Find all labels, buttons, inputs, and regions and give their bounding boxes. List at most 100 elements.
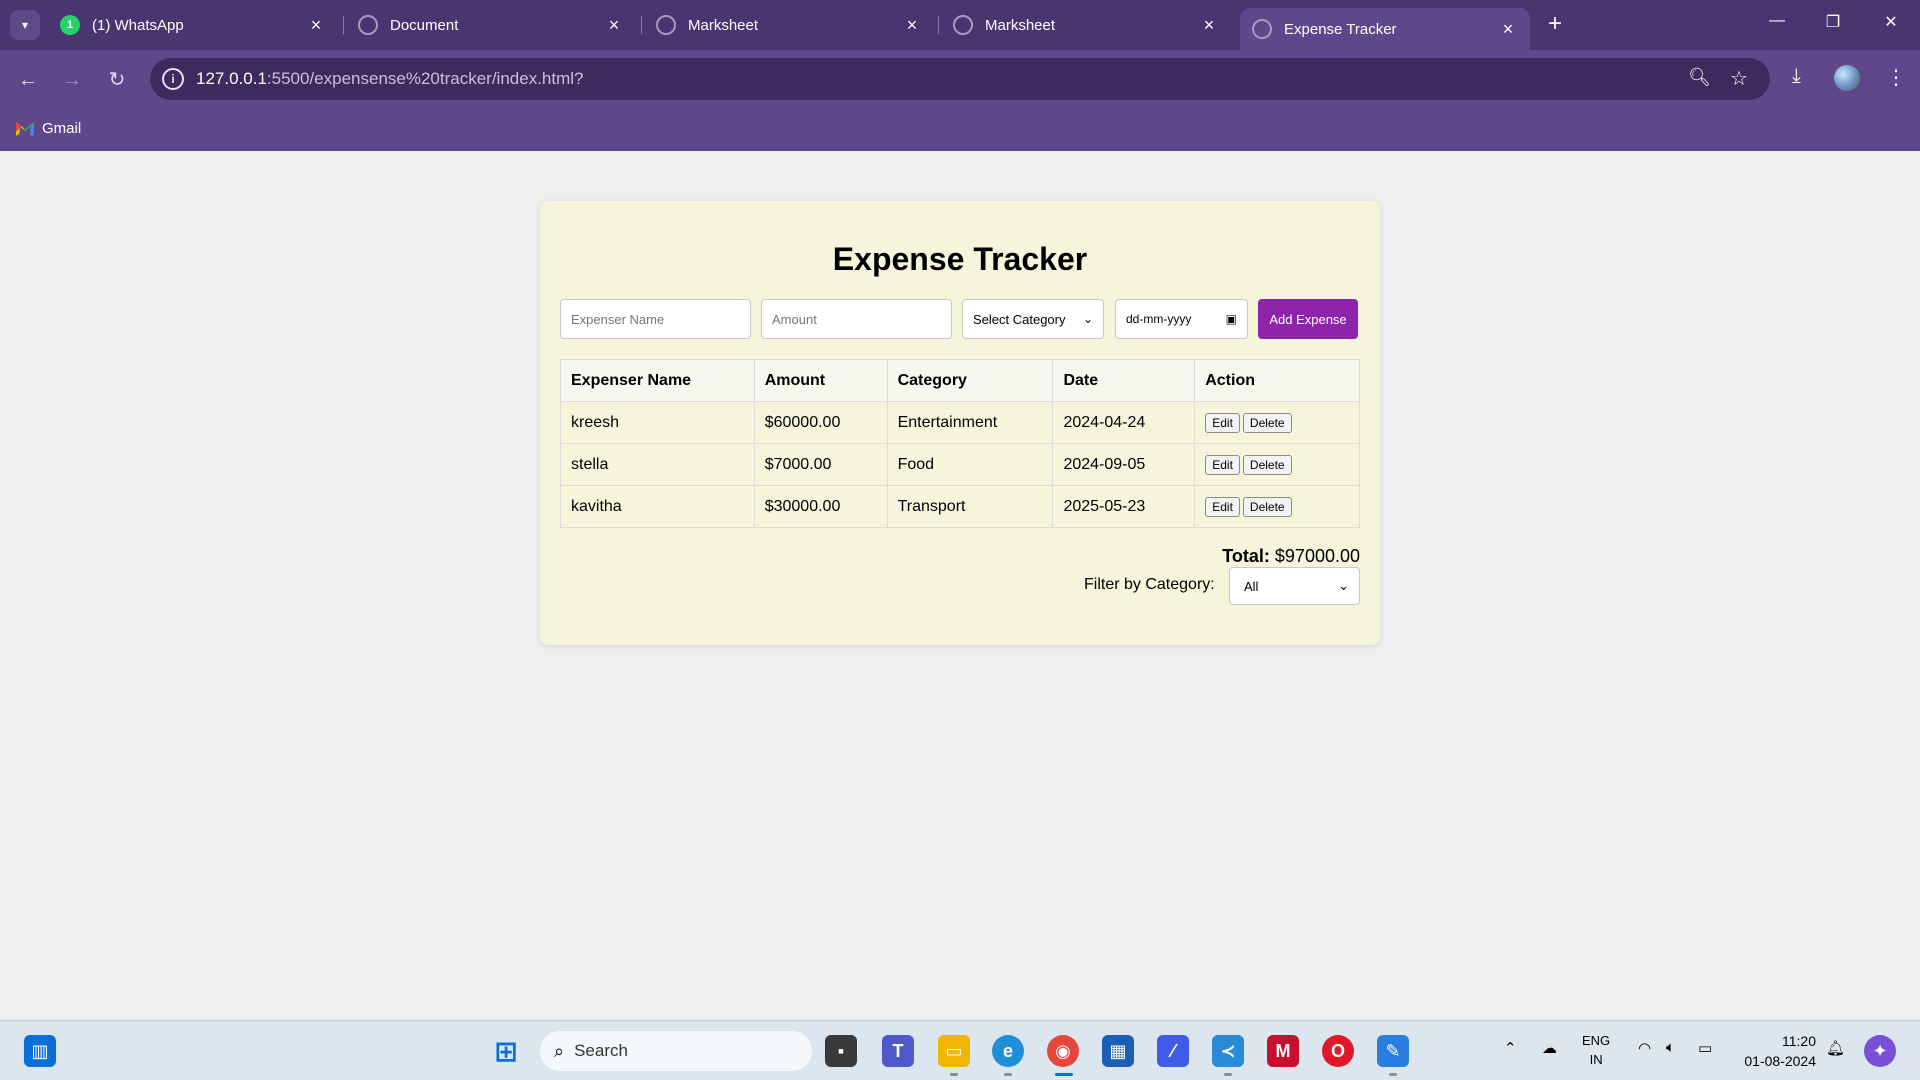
header-expenser-name: Expenser Name: [560, 359, 755, 402]
expenser-name-input[interactable]: Expenser Name: [560, 299, 751, 339]
total-display: Total: $97000.00: [1222, 546, 1360, 567]
zoom-icon[interactable]: 🔍︎: [1688, 67, 1711, 88]
battery-icon[interactable]: ▭: [1698, 1039, 1712, 1057]
system-clock[interactable]: 11:20 01-08-2024: [1732, 1031, 1816, 1071]
close-icon[interactable]: ×: [604, 15, 624, 36]
profile-avatar[interactable]: [1834, 65, 1860, 91]
close-icon[interactable]: ×: [1199, 15, 1219, 36]
cell-amount: $30000.00: [753, 485, 888, 528]
menu-kebab-icon[interactable]: ⋮: [1886, 65, 1906, 90]
download-icon[interactable]: ⤓: [1792, 65, 1801, 88]
task-view-icon[interactable]: ▪: [825, 1035, 857, 1067]
close-icon[interactable]: ×: [1498, 19, 1518, 40]
tab-title: Marksheet: [688, 16, 759, 34]
cell-amount: $7000.00: [753, 443, 888, 486]
bookmark-gmail[interactable]: Gmail: [16, 120, 81, 137]
bookmark-star-icon[interactable]: ☆: [1730, 66, 1748, 91]
tab-marksheet-2[interactable]: Marksheet ×: [941, 8, 1231, 42]
mcafee-icon[interactable]: M: [1267, 1035, 1299, 1067]
whatsapp-icon: 1: [60, 15, 80, 35]
new-tab-button[interactable]: +: [1540, 12, 1570, 38]
edit-button[interactable]: Edit: [1205, 496, 1240, 517]
vscode-icon[interactable]: ≺: [1212, 1035, 1244, 1067]
globe-icon: [953, 15, 973, 35]
region-code: IN: [1589, 1052, 1603, 1067]
total-label: Total:: [1222, 546, 1270, 566]
widgets-icon[interactable]: ▥: [24, 1035, 56, 1067]
select-value: All: [1244, 578, 1259, 594]
copilot-icon[interactable]: ✦: [1864, 1035, 1896, 1067]
select-value: Select Category: [973, 311, 1066, 327]
category-select[interactable]: Select Category ⌄: [962, 299, 1104, 339]
amount-input[interactable]: Amount: [761, 299, 952, 339]
table-header-row: Expenser Name Amount Category Date Actio…: [560, 359, 1360, 402]
running-indicator: [950, 1073, 958, 1076]
tab-expense-tracker[interactable]: Expense Tracker ×: [1240, 8, 1530, 50]
notification-bell-icon[interactable]: 🔔︎: [1826, 1039, 1845, 1057]
address-bar[interactable]: i 127.0.0.1:5500/expensense%20tracker/in…: [150, 58, 1770, 100]
search-placeholder: Search: [574, 1041, 628, 1060]
close-icon[interactable]: ×: [306, 15, 326, 36]
close-icon[interactable]: ×: [902, 15, 922, 36]
clock-time: 11:20: [1782, 1033, 1816, 1049]
file-explorer-icon[interactable]: ▭: [938, 1035, 970, 1067]
opera-icon[interactable]: O: [1322, 1035, 1354, 1067]
table-row: kavitha $30000.00 Transport 2025-05-23 E…: [560, 485, 1360, 528]
back-icon[interactable]: ←: [14, 66, 42, 94]
paint-icon[interactable]: ✎: [1377, 1035, 1409, 1067]
chrome-icon[interactable]: ◉: [1047, 1035, 1079, 1067]
tab-marksheet-1[interactable]: Marksheet ×: [644, 8, 934, 42]
edit-button[interactable]: Edit: [1205, 454, 1240, 475]
placeholder-text: Expenser Name: [571, 311, 665, 327]
date-input[interactable]: dd-mm-yyyy ▣: [1115, 299, 1248, 339]
cell-category: Transport: [886, 485, 1054, 528]
page-title: Expense Tracker: [832, 241, 1088, 277]
tab-search-button[interactable]: ▾: [10, 10, 40, 40]
clock-date: 01-08-2024: [1744, 1053, 1816, 1069]
forward-icon[interactable]: →: [58, 66, 86, 94]
tab-divider: [938, 16, 939, 34]
tab-whatsapp[interactable]: 1 (1) WhatsApp ×: [48, 8, 338, 42]
delete-button[interactable]: Delete: [1242, 454, 1292, 475]
language-indicator[interactable]: ENG IN: [1582, 1031, 1610, 1069]
cell-category: Food: [886, 443, 1054, 486]
volume-icon[interactable]: 🔈︎: [1666, 1039, 1675, 1056]
minimize-icon[interactable]: —: [1762, 12, 1792, 30]
calendar-icon[interactable]: ▣: [1226, 312, 1237, 326]
teams-icon[interactable]: T: [882, 1035, 914, 1067]
wifi-icon[interactable]: ◠: [1638, 1039, 1651, 1057]
show-hidden-icons-icon[interactable]: ⌃: [1504, 1039, 1517, 1057]
windows-start-icon[interactable]: ⊞: [490, 1035, 522, 1067]
url-host: 127.0.0.1: [196, 69, 267, 88]
restore-icon[interactable]: ❐: [1818, 12, 1848, 32]
tab-divider: [343, 16, 344, 34]
tab-document[interactable]: Document ×: [346, 8, 636, 42]
running-indicator: [1389, 1073, 1397, 1076]
filter-category-select[interactable]: All ⌄: [1229, 567, 1360, 605]
delete-button[interactable]: Delete: [1242, 496, 1292, 517]
page-viewport: Expense Tracker Expenser Name Amount Sel…: [0, 151, 1920, 1020]
pen-app-icon[interactable]: ⁄: [1157, 1035, 1189, 1067]
reload-icon[interactable]: ↻: [103, 66, 131, 94]
table-row: stella $7000.00 Food 2024-09-05 Edit Dele…: [560, 443, 1360, 486]
site-info-icon[interactable]: i: [162, 68, 184, 90]
chevron-down-icon: ⌄: [1082, 312, 1093, 326]
onedrive-icon[interactable]: ☁: [1542, 1039, 1557, 1057]
url-path: :5500/expensense%20tracker/index.html?: [266, 69, 584, 88]
date-placeholder: dd-mm-yyyy: [1126, 312, 1192, 326]
browser-toolbar: ← → ↻ i 127.0.0.1:5500/expensense%20trac…: [0, 50, 1920, 108]
store-icon[interactable]: ▦: [1102, 1035, 1134, 1067]
running-indicator: [1224, 1073, 1232, 1076]
edit-button[interactable]: Edit: [1205, 412, 1240, 433]
close-window-icon[interactable]: ✕: [1876, 12, 1906, 32]
taskbar-search[interactable]: ⌕ Search: [540, 1031, 812, 1071]
header-amount: Amount: [753, 359, 888, 402]
header-category: Category: [886, 359, 1054, 402]
filter-label: Filter by Category:: [1084, 576, 1215, 593]
cell-actions: Edit Delete: [1194, 485, 1360, 528]
edge-icon[interactable]: e: [992, 1035, 1024, 1067]
add-expense-button[interactable]: Add Expense: [1258, 299, 1358, 339]
cell-date: 2025-05-23: [1052, 485, 1196, 528]
delete-button[interactable]: Delete: [1242, 412, 1292, 433]
url-text: 127.0.0.1:5500/expensense%20tracker/inde…: [196, 69, 584, 89]
